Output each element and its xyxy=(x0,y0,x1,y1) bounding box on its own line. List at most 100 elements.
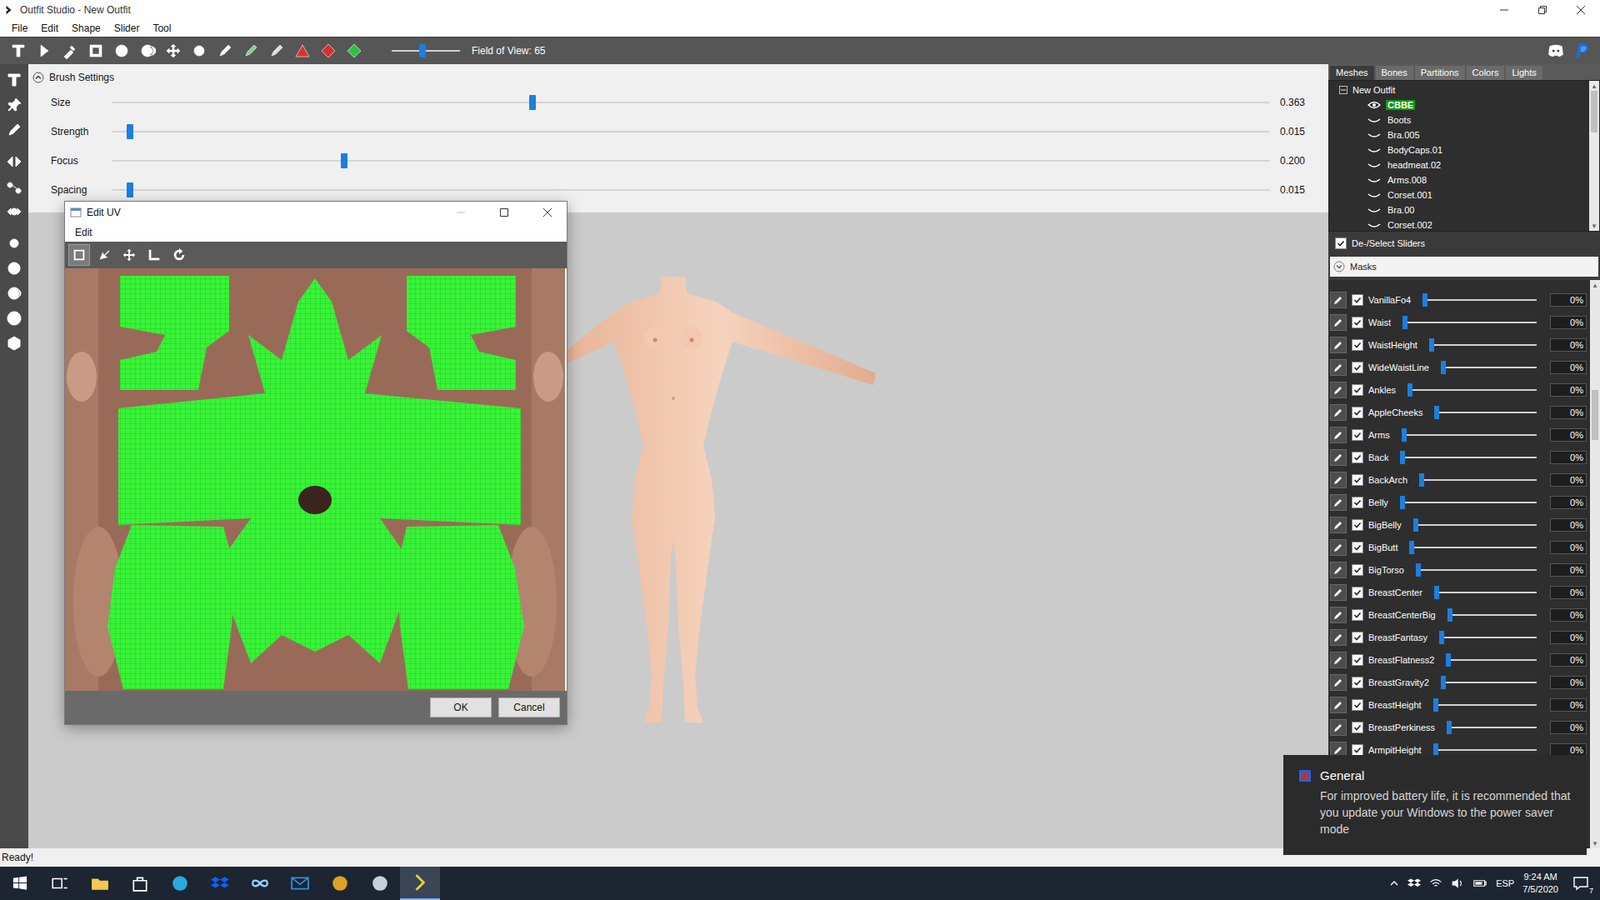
slider-thumb[interactable] xyxy=(1422,293,1428,307)
volume-icon[interactable] xyxy=(1450,876,1465,890)
tool-button[interactable] xyxy=(340,39,367,63)
left-tool-button[interactable] xyxy=(1,330,27,356)
eye-closed-icon[interactable] xyxy=(1367,205,1381,215)
slider-thumb[interactable] xyxy=(1400,495,1405,510)
slider-checkbox[interactable] xyxy=(1351,474,1364,486)
slider-control[interactable] xyxy=(1434,405,1537,420)
dialog-button[interactable]: Cancel xyxy=(498,697,560,718)
slider-value[interactable]: 0% xyxy=(1550,405,1587,420)
deselect-sliders-row[interactable]: De-/Select Sliders xyxy=(1328,231,1600,255)
slider-checkbox[interactable] xyxy=(1351,654,1364,666)
slider-value[interactable]: 0% xyxy=(1550,720,1587,735)
slider-control[interactable] xyxy=(1413,518,1537,532)
edit-slider-button[interactable] xyxy=(1330,539,1347,556)
edit-slider-button[interactable] xyxy=(1330,449,1347,466)
panel-tab[interactable]: Bones xyxy=(1375,65,1414,80)
panel-tab[interactable]: Meshes xyxy=(1330,65,1375,80)
slider-thumb[interactable] xyxy=(1415,563,1421,577)
slider-value[interactable]: 0% xyxy=(1550,428,1587,442)
tree-item[interactable]: Corset.002 xyxy=(1339,217,1590,231)
slider-control[interactable] xyxy=(1434,585,1537,600)
slider-thumb[interactable] xyxy=(529,95,536,110)
tool-button[interactable] xyxy=(108,39,135,63)
uv-tool-button[interactable] xyxy=(118,244,140,266)
slider-control[interactable] xyxy=(1419,473,1537,487)
tree-item[interactable]: Boots xyxy=(1339,112,1590,128)
edit-slider-button[interactable] xyxy=(1330,629,1347,646)
left-tool-button[interactable] xyxy=(1,67,27,93)
panel-tab[interactable]: Colors xyxy=(1466,65,1505,80)
slider-scrollbar[interactable]: ▴▾ xyxy=(1590,280,1600,849)
uv-tool-button[interactable] xyxy=(143,244,165,266)
slider-value[interactable]: 0% xyxy=(1550,383,1587,397)
slider-thumb[interactable] xyxy=(1400,450,1405,465)
dialog-close-button[interactable] xyxy=(528,201,567,224)
edit-slider-button[interactable] xyxy=(1330,314,1347,331)
uv-tool-button[interactable] xyxy=(93,244,115,266)
dialog-maximize-button[interactable] xyxy=(485,201,524,224)
eye-closed-icon[interactable] xyxy=(1367,220,1381,230)
clock[interactable]: 9:24 AM7/5/2020 xyxy=(1522,870,1559,896)
discord-icon[interactable] xyxy=(1546,41,1565,60)
taskbar-app[interactable] xyxy=(280,866,320,900)
menu-item[interactable]: Slider xyxy=(107,22,147,35)
slider-value[interactable]: 0% xyxy=(1550,315,1587,330)
minimize-button[interactable] xyxy=(1485,0,1524,20)
slider-control[interactable] xyxy=(1440,675,1537,690)
slider-value[interactable]: 0% xyxy=(1550,473,1587,487)
slider-value[interactable]: 0% xyxy=(1550,518,1587,532)
left-tool-button[interactable] xyxy=(1,280,27,306)
slider-value[interactable]: 0% xyxy=(1550,338,1587,352)
slider-value[interactable]: 0% xyxy=(1550,630,1587,645)
eye-closed-icon[interactable] xyxy=(1367,160,1381,170)
left-tool-button[interactable] xyxy=(1,149,27,175)
menu-item[interactable]: Shape xyxy=(65,22,108,35)
restore-button[interactable] xyxy=(1523,0,1562,20)
slider-value[interactable]: 0% xyxy=(1550,293,1587,307)
slider-control[interactable] xyxy=(1400,495,1537,510)
slider-checkbox[interactable] xyxy=(1351,564,1364,576)
edit-slider-button[interactable] xyxy=(1330,336,1347,354)
language-indicator[interactable]: ESP xyxy=(1495,878,1515,889)
taskbar-app[interactable] xyxy=(240,866,280,900)
slider-control[interactable] xyxy=(1407,383,1537,397)
slider-value[interactable]: 0% xyxy=(1550,698,1587,712)
edit-slider-button[interactable] xyxy=(1330,561,1347,579)
slider-checkbox[interactable] xyxy=(1351,406,1364,419)
slider-value[interactable]: 0% xyxy=(1550,653,1587,667)
slider-control[interactable] xyxy=(1409,540,1537,555)
tool-button[interactable] xyxy=(237,39,264,63)
eye-closed-icon[interactable] xyxy=(1367,190,1381,200)
tool-button[interactable] xyxy=(289,39,315,63)
left-tool-button[interactable] xyxy=(1,174,27,200)
slider-thumb[interactable] xyxy=(1439,630,1445,645)
slider-checkbox[interactable] xyxy=(1351,744,1364,756)
slider-thumb[interactable] xyxy=(1447,608,1453,622)
slider-checkbox[interactable] xyxy=(1351,699,1364,711)
tool-button[interactable] xyxy=(30,39,57,63)
slider-value[interactable]: 0% xyxy=(1550,495,1587,510)
slider-thumb[interactable] xyxy=(1434,585,1440,600)
slider-checkbox[interactable] xyxy=(1351,361,1364,374)
slider-checkbox[interactable] xyxy=(1351,586,1364,599)
paypal-icon[interactable] xyxy=(1573,41,1592,60)
edit-slider-button[interactable] xyxy=(1330,381,1347,399)
tree-item[interactable]: headmeat.02 xyxy=(1339,157,1590,173)
tool-button[interactable] xyxy=(263,39,290,63)
eye-closed-icon[interactable] xyxy=(1367,115,1381,125)
tree-item[interactable]: CBBE xyxy=(1339,97,1590,113)
slider-control[interactable] xyxy=(1422,293,1537,307)
edit-slider-button[interactable] xyxy=(1330,719,1347,736)
slider-control[interactable] xyxy=(1446,720,1537,735)
tree-item[interactable]: Arms.008 xyxy=(1339,172,1590,188)
tree-item[interactable]: BodyCaps.01 xyxy=(1339,142,1590,158)
tool-button[interactable] xyxy=(185,39,212,63)
eye-closed-icon[interactable] xyxy=(1367,175,1381,185)
slider-checkbox[interactable] xyxy=(1351,609,1364,621)
eye-open-icon[interactable] xyxy=(1367,100,1381,110)
panel-tab[interactable]: Lights xyxy=(1505,65,1542,80)
left-tool-button[interactable] xyxy=(1,117,27,143)
start-button[interactable] xyxy=(0,866,40,900)
slider-value[interactable]: 0% xyxy=(1550,450,1587,465)
slider-checkbox[interactable] xyxy=(1351,316,1364,329)
